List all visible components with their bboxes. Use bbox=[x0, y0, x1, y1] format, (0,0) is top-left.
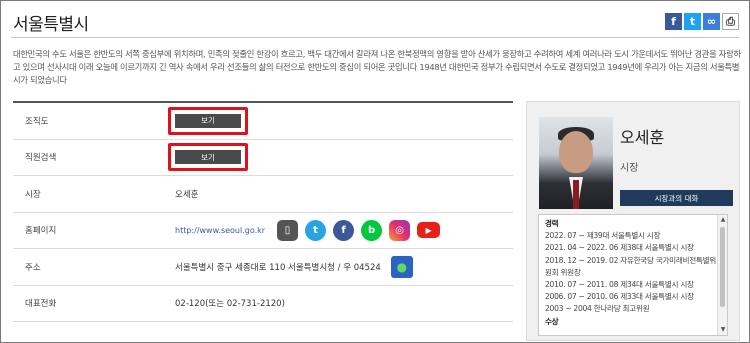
link-copy-icon[interactable]: ∞ bbox=[703, 13, 720, 30]
talk-with-mayor-button[interactable]: 시장과의 대화 bbox=[620, 190, 733, 206]
career-item: 2003 ~ 2004 한나라당 최고위원 bbox=[545, 304, 650, 314]
career-list-box[interactable]: 경력 2022. 07 ~ 제39대 서울특별시 시장 2021. 04 ~ 2… bbox=[538, 214, 728, 336]
career-item: 2021. 04 ~ 2022. 06 제38대 서울특별시 시장 bbox=[545, 243, 694, 253]
intro-text: 대한민국의 수도 서울은 한반도의 서쪽 중심부에 위치하며, 민족의 젖줄인 … bbox=[13, 49, 741, 85]
homepage-link[interactable]: http://www.seoul.go.kr bbox=[175, 226, 265, 235]
map-pin-icon[interactable]: ● bbox=[390, 255, 413, 278]
mayor-title: 시장 bbox=[620, 163, 639, 174]
phone-value: 02-120(또는 02-731-2120) bbox=[175, 299, 285, 310]
share-toolbar: f t ∞ ⎙ bbox=[665, 13, 739, 30]
youtube-icon[interactable]: ▶ bbox=[417, 222, 441, 239]
row-mayor: 시장 오세훈 bbox=[13, 176, 513, 213]
highlight-box bbox=[168, 143, 248, 172]
row-org-chart: 조직도 보기 bbox=[13, 103, 513, 140]
mayor-name: 오세훈 bbox=[620, 128, 665, 147]
staff-search-label: 직원검색 bbox=[25, 153, 57, 164]
mobile-icon[interactable]: ▯ bbox=[277, 219, 299, 241]
mayor-label: 시장 bbox=[25, 189, 41, 200]
page-title: 서울특별시 bbox=[13, 15, 89, 35]
mayor-photo bbox=[539, 117, 613, 209]
scroll-up-icon[interactable]: ▲ bbox=[719, 216, 727, 224]
address-value: 서울특별시 중구 세종대로 110 서울특별시청 / 우 04524 bbox=[175, 262, 381, 273]
twitter-icon[interactable]: t bbox=[305, 219, 327, 241]
career-item: 2010. 07 ~ 2011. 08 제34대 서울특별시 시장 bbox=[545, 280, 694, 290]
facebook-icon[interactable]: f bbox=[333, 219, 355, 241]
career-item: 2018. 12 ~ 2019. 02 자유한국당 국가미래비전특별위원회 위원… bbox=[545, 255, 716, 277]
twitter-share-icon[interactable]: t bbox=[684, 13, 701, 30]
row-phone: 대표전화 02-120(또는 02-731-2120) bbox=[13, 286, 513, 322]
scroll-down-icon[interactable]: ▼ bbox=[719, 326, 727, 334]
phone-label: 대표전화 bbox=[25, 299, 57, 310]
mayor-value: 오세훈 bbox=[175, 189, 199, 200]
awards-heading: 수상 bbox=[545, 316, 559, 326]
blog-icon[interactable]: b bbox=[361, 219, 383, 241]
address-label: 주소 bbox=[25, 262, 41, 273]
highlight-box bbox=[168, 106, 248, 135]
career-item: 2022. 07 ~ 제39대 서울특별시 시장 bbox=[545, 231, 661, 241]
instagram-icon[interactable]: ◎ bbox=[389, 219, 411, 241]
career-scrollbar[interactable]: ▲ ▼ bbox=[717, 215, 727, 335]
info-table: 조직도 보기 직원검색 보기 시장 오세훈 홈페이지 http://www.se… bbox=[13, 101, 513, 322]
page-frame: 서울특별시 f t ∞ ⎙ 대한민국의 수도 서울은 한반도의 서쪽 중심부에 … bbox=[0, 0, 750, 343]
sns-links: ▯ t f b ◎ ▶ bbox=[277, 219, 441, 241]
row-staff-search: 직원검색 보기 bbox=[13, 140, 513, 176]
org-chart-view-button[interactable]: 보기 bbox=[168, 106, 248, 135]
row-homepage: 홈페이지 http://www.seoul.go.kr ▯ t f b ◎ ▶ bbox=[13, 213, 513, 249]
facebook-share-icon[interactable]: f bbox=[665, 13, 682, 30]
scroll-thumb[interactable] bbox=[720, 227, 725, 307]
print-icon[interactable]: ⎙ bbox=[722, 13, 739, 30]
title-divider bbox=[11, 37, 739, 38]
org-chart-label: 조직도 bbox=[25, 116, 49, 127]
staff-search-view-button[interactable]: 보기 bbox=[168, 143, 248, 172]
career-heading: 경력 bbox=[545, 219, 559, 228]
career-item: 2006. 07 ~ 2010. 06 제33대 서울특별시 시장 bbox=[545, 292, 694, 302]
row-address: 주소 서울특별시 중구 세종대로 110 서울특별시청 / 우 04524 ● bbox=[13, 249, 513, 286]
mayor-profile-card: 오세훈 시장 시장과의 대화 경력 2022. 07 ~ 제39대 서울특별시 … bbox=[526, 101, 740, 341]
homepage-label: 홈페이지 bbox=[25, 226, 57, 237]
